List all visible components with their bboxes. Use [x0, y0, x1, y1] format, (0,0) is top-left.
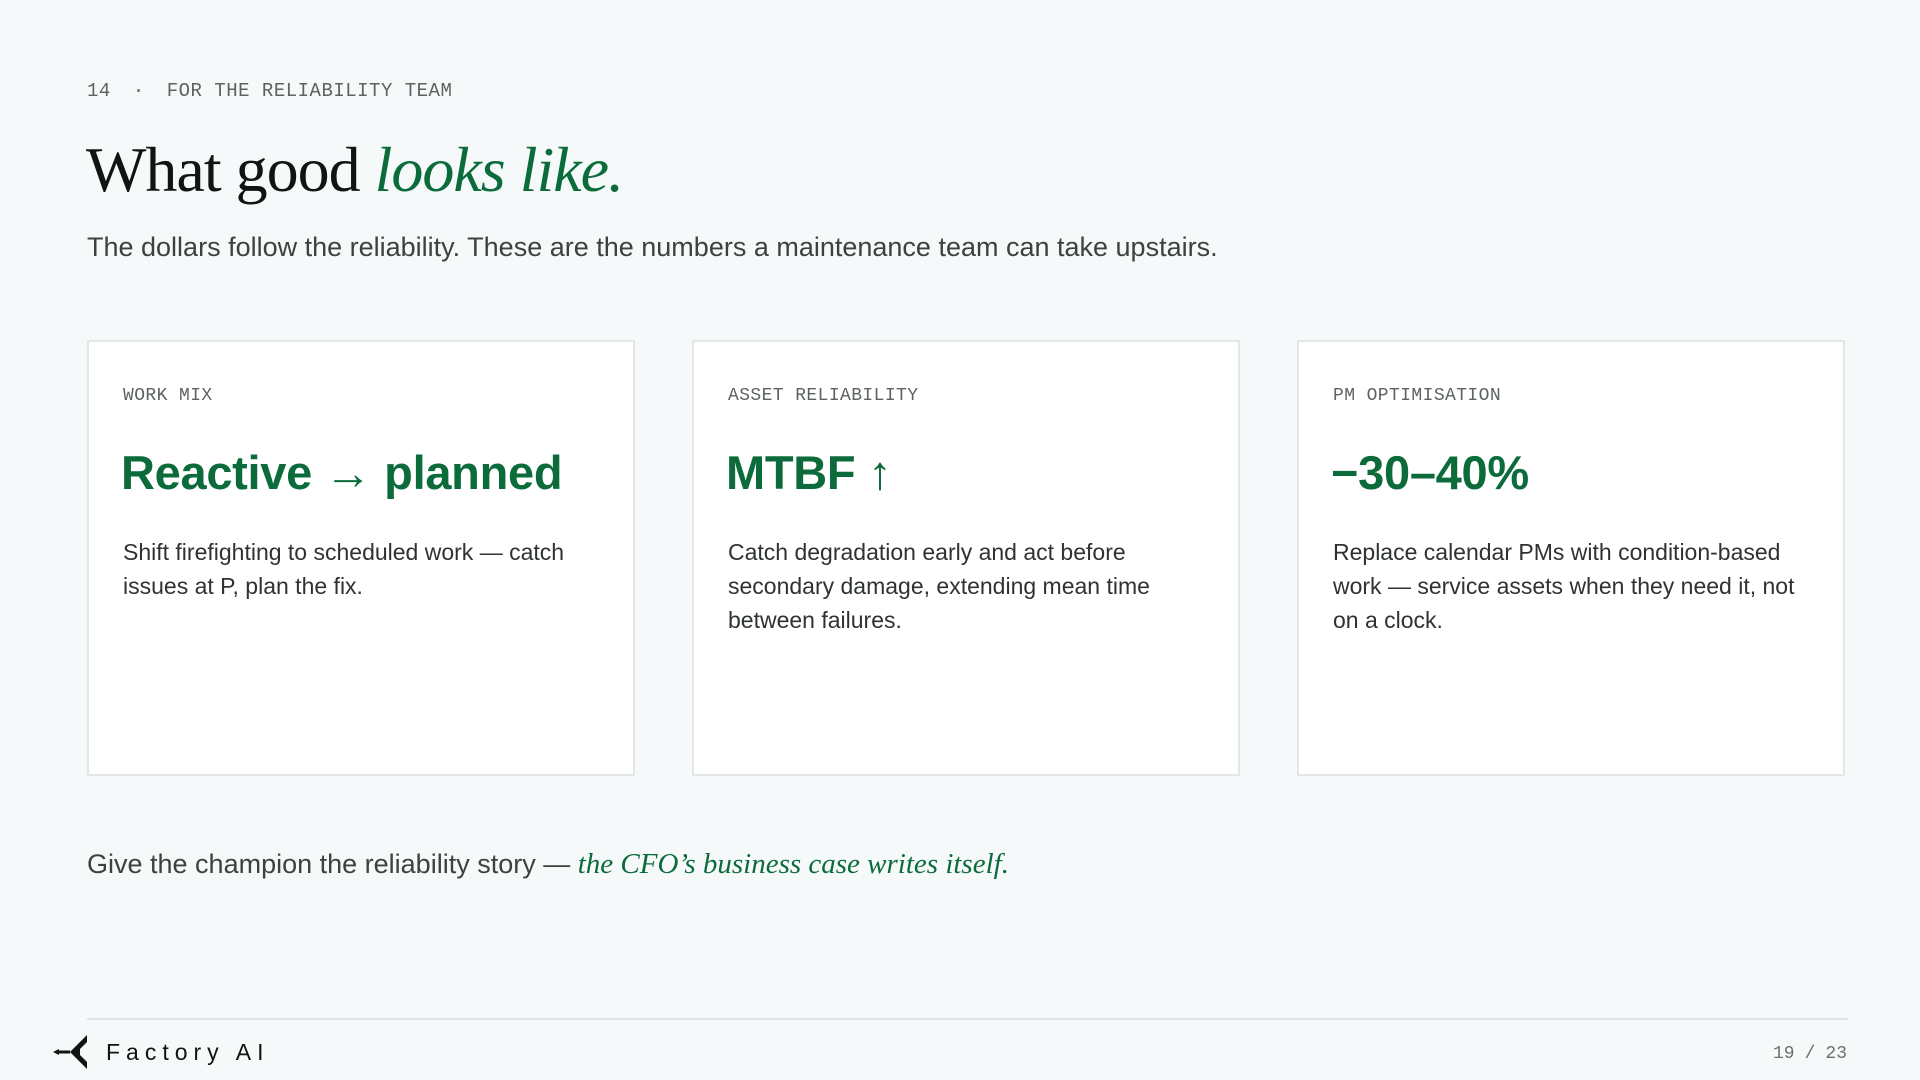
- card-label: WORK MIX: [123, 386, 213, 406]
- current-page: 19: [1772, 1044, 1795, 1064]
- section-separator: ·: [132, 80, 145, 102]
- card-label: PM OPTIMISATION: [1333, 386, 1502, 406]
- card-asset-reliability: ASSET RELIABILITY MTBF ↑ Catch degradati…: [692, 340, 1240, 776]
- card-description: Shift firefighting to scheduled work — c…: [123, 539, 565, 599]
- slide-subtitle: The dollars follow the reliability. Thes…: [87, 232, 1218, 262]
- card-work-mix: WORK MIX Reactive → planned Shift firefi…: [87, 340, 635, 776]
- closing-statement-plain: Give the champion the reliability story …: [87, 849, 578, 879]
- closing-statement-accent: the CFO’s business case writes itself.: [577, 848, 1009, 880]
- card-description: Catch degradation early and act before s…: [728, 539, 1150, 633]
- card-label: ASSET RELIABILITY: [728, 386, 919, 406]
- card-value: MTBF ↑: [726, 446, 892, 499]
- card-pm-optimisation: PM OPTIMISATION −30–40% Replace calendar…: [1297, 340, 1845, 776]
- closing-statement: Give the champion the reliability story …: [87, 846, 1009, 882]
- section-eyebrow: 14 · FOR THE RELIABILITY TEAM: [87, 80, 452, 102]
- card-description: Replace calendar PMs with condition-base…: [1333, 539, 1795, 633]
- logo-wordmark: Factory AI: [106, 1038, 270, 1065]
- card-value: −30–40%: [1331, 446, 1529, 499]
- factory-ai-logo-icon: [53, 1035, 87, 1069]
- slide-page-counter: 19 / 23: [1773, 1044, 1847, 1064]
- card-value: Reactive → planned: [121, 446, 563, 499]
- page-separator: /: [1804, 1044, 1816, 1064]
- slide-title-accent: looks like.: [374, 134, 624, 205]
- factory-ai-logo: Factory AI: [50, 1030, 270, 1074]
- slide-title-plain: What good: [86, 134, 375, 205]
- total-pages: 23: [1825, 1044, 1847, 1064]
- footer-divider: [87, 1018, 1848, 1020]
- section-number: 14: [87, 80, 111, 102]
- slide-title: What good looks like.: [86, 128, 624, 212]
- section-label: FOR THE RELIABILITY TEAM: [166, 80, 453, 102]
